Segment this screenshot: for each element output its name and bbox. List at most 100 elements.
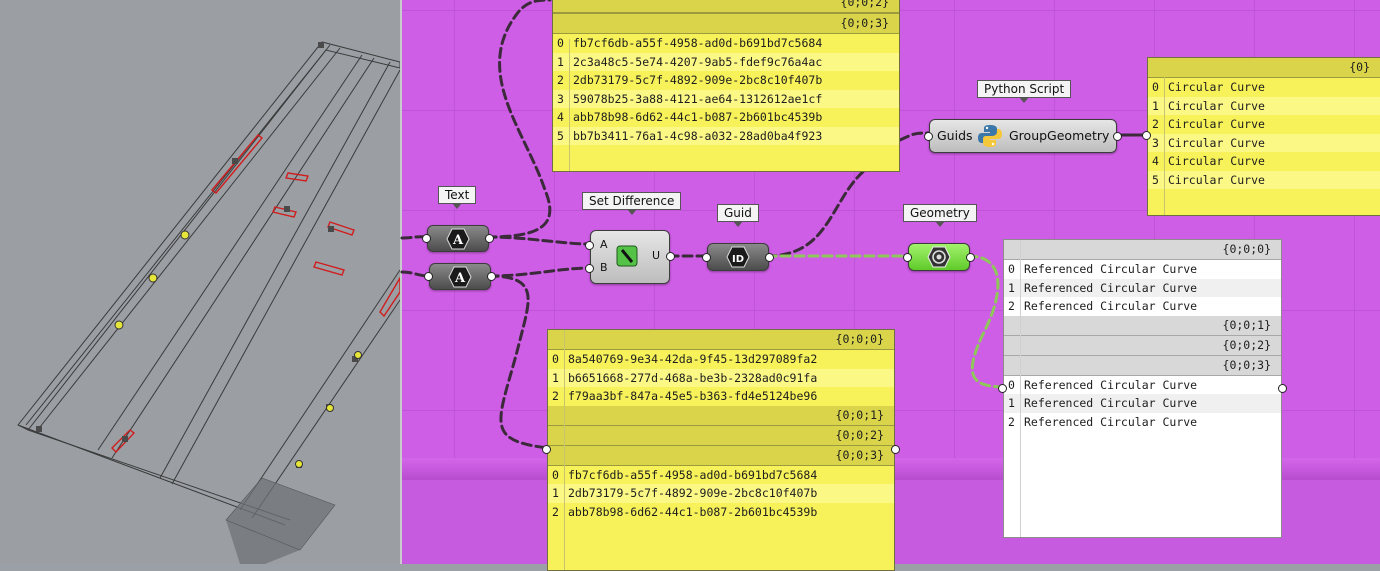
- python-output-panel[interactable]: {0} 0 Circular Curve 1 Circular Curve 2 Circu…: [1142, 57, 1380, 216]
- input-a-grip[interactable]: [585, 241, 594, 250]
- item-index: 2: [1008, 414, 1015, 429]
- python-icon: [976, 123, 1004, 149]
- param-input-grip[interactable]: [424, 272, 433, 281]
- item-value: Circular Curve: [1168, 172, 1265, 187]
- branch-path: {0;0;2}: [548, 425, 894, 446]
- branch-items: 0 Referenced Circular Curve 1 Referenced Ci…: [1004, 376, 1281, 432]
- item-index: 3: [557, 91, 564, 106]
- branch-path: {0;0;1}: [1004, 315, 1281, 336]
- item-value: Referenced Circular Curve: [1024, 299, 1198, 313]
- python-input-grip[interactable]: [924, 132, 933, 141]
- item-value: Circular Curve: [1168, 80, 1265, 94]
- panel-item: 0 fb7cf6db-a55f-4958-ad0d-b691bd7c5684: [548, 466, 894, 485]
- panel-item: 5 Circular Curve: [1148, 170, 1380, 189]
- panel-output-grip[interactable]: [1278, 384, 1287, 393]
- param-input-grip[interactable]: [903, 253, 912, 262]
- param-input-grip[interactable]: [702, 253, 711, 262]
- output-u-grip[interactable]: [666, 252, 675, 261]
- param-output-grip[interactable]: [765, 253, 774, 262]
- item-index: 1: [1008, 280, 1015, 295]
- panel-item: 0 Referenced Circular Curve: [1004, 260, 1281, 279]
- panel-item: 3 Circular Curve: [1148, 133, 1380, 152]
- panel-item: 2 Circular Curve: [1148, 115, 1380, 134]
- branch-path: {0;0;1}: [548, 405, 894, 426]
- panel-item: 4 abb78b98-6d62-44c1-b087-2b601bc4539b: [553, 108, 899, 127]
- text-icon: A: [446, 264, 474, 289]
- item-value: b6651668-277d-468a-be3b-2328ad0c91fa: [568, 370, 818, 385]
- python-input-label: Guids: [937, 128, 973, 143]
- item-index: 0: [557, 36, 564, 50]
- item-value: Referenced Circular Curve: [1024, 280, 1198, 295]
- item-index: 0: [1008, 262, 1015, 276]
- text-param-1[interactable]: A: [422, 225, 494, 252]
- param-output-grip[interactable]: [487, 272, 496, 281]
- panel-item: 1 Circular Curve: [1148, 96, 1380, 115]
- item-value: 2c3a48c5-5e74-4207-9ab5-fdef9c76a4ac: [573, 54, 823, 69]
- geometry-output-panel[interactable]: {0;0;0} 0 Referenced Circular Curve 1 Refere…: [998, 239, 1287, 538]
- python-output-grip[interactable]: [1113, 132, 1122, 141]
- param-input-grip[interactable]: [422, 234, 431, 243]
- item-index: 0: [552, 352, 559, 366]
- viewport-geometry: [17, 41, 401, 564]
- item-index: 1: [552, 486, 559, 500]
- panel-item: 2 abb78b98-6d62-44c1-b087-2b601bc4539b: [548, 503, 894, 522]
- panel-item: 4 Circular Curve: [1148, 152, 1380, 171]
- text-param-2[interactable]: A: [424, 263, 496, 290]
- item-index: 4: [1152, 154, 1159, 168]
- item-value: Referenced Circular Curve: [1024, 396, 1198, 410]
- panel-item: 2 f79aa3bf-847a-45e5-b363-fd4e5124be96: [548, 387, 894, 406]
- param-output-grip[interactable]: [485, 234, 494, 243]
- item-index: 0: [1008, 377, 1015, 392]
- panel-gutter: [1164, 77, 1165, 215]
- item-index: 1: [1152, 98, 1159, 113]
- item-value: Referenced Circular Curve: [1024, 377, 1198, 392]
- panel-output-grip[interactable]: [891, 445, 900, 454]
- item-index: 1: [1008, 396, 1015, 410]
- guid-icon: ID: [724, 245, 752, 269]
- tooltip-text: Text: [438, 186, 477, 209]
- panel-gutter: [1020, 240, 1021, 537]
- tooltip-python-script: Python Script: [977, 80, 1072, 103]
- item-value: 2db73179-5c7f-4892-909e-2bc8c10f407b: [568, 486, 818, 500]
- guid-panel-bottom[interactable]: {0;0;0} 0 8a540769-9e34-42da-9f45-13d29708…: [542, 329, 900, 571]
- panel-input-grip[interactable]: [1142, 131, 1151, 140]
- tooltip-geometry: Geometry: [903, 204, 977, 227]
- item-value: fb7cf6db-a55f-4958-ad0d-b691bd7c5684: [573, 36, 823, 50]
- panel-item: 5 bb7b3411-76a1-4c98-a032-28ad0ba4f923: [553, 126, 899, 145]
- panel-input-grip[interactable]: [542, 445, 551, 454]
- text-icon: A: [444, 226, 472, 251]
- guid-param[interactable]: ID: [702, 243, 774, 271]
- item-value: Referenced Circular Curve: [1024, 414, 1198, 429]
- item-index: 2: [1152, 117, 1159, 131]
- panel-item: 1 2db73179-5c7f-4892-909e-2bc8c10f407b: [548, 484, 894, 503]
- panel-item: 0 Circular Curve: [1148, 78, 1380, 97]
- rhino-viewport[interactable]: [0, 0, 401, 564]
- branch-path: {0;0;0}: [548, 330, 894, 350]
- item-value: Circular Curve: [1168, 117, 1265, 131]
- panel-item: 2 Referenced Circular Curve: [1004, 297, 1281, 316]
- branch-path: {0;0;3}: [1004, 355, 1281, 376]
- set-difference-component[interactable]: A B U: [585, 230, 675, 284]
- panel-item: 0 Referenced Circular Curve: [1004, 376, 1281, 395]
- input-a-label: A: [600, 238, 608, 251]
- param-output-grip[interactable]: [966, 253, 975, 262]
- item-index: 0: [1152, 80, 1159, 94]
- item-value: abb78b98-6d62-44c1-b087-2b601bc4539b: [573, 110, 823, 124]
- guid-panel-top[interactable]: {0;0;2} {0;0;3} 0 fb7cf6db-a55f-4958-ad0d…: [552, 0, 900, 172]
- panel-branches: {0;0;0} 0 8a540769-9e34-42da-9f45-13d29708…: [548, 330, 894, 521]
- python-script-component[interactable]: Guids GroupGeometry: [924, 119, 1122, 153]
- panel-gutter: [569, 39, 570, 171]
- item-index: 2: [552, 389, 559, 403]
- geometry-param[interactable]: [903, 243, 975, 271]
- panel-input-grip[interactable]: [998, 384, 1007, 393]
- item-value: 8a540769-9e34-42da-9f45-13d297089fa2: [568, 352, 818, 366]
- set-difference-icon: [616, 245, 638, 267]
- panel-item: 2 2db73179-5c7f-4892-909e-2bc8c10f407b: [553, 71, 899, 90]
- panel-item: 3 59078b25-3a88-4121-ae64-1312612ae1cf: [553, 89, 899, 108]
- branch-items: 0 Referenced Circular Curve 1 Referenced Ci…: [1004, 260, 1281, 316]
- panel-item: 2 Referenced Circular Curve: [1004, 413, 1281, 432]
- output-u-label: U: [651, 249, 660, 262]
- input-b-grip[interactable]: [585, 264, 594, 273]
- tooltip-set-difference: Set Difference: [582, 192, 682, 215]
- svg-text:A: A: [452, 233, 464, 248]
